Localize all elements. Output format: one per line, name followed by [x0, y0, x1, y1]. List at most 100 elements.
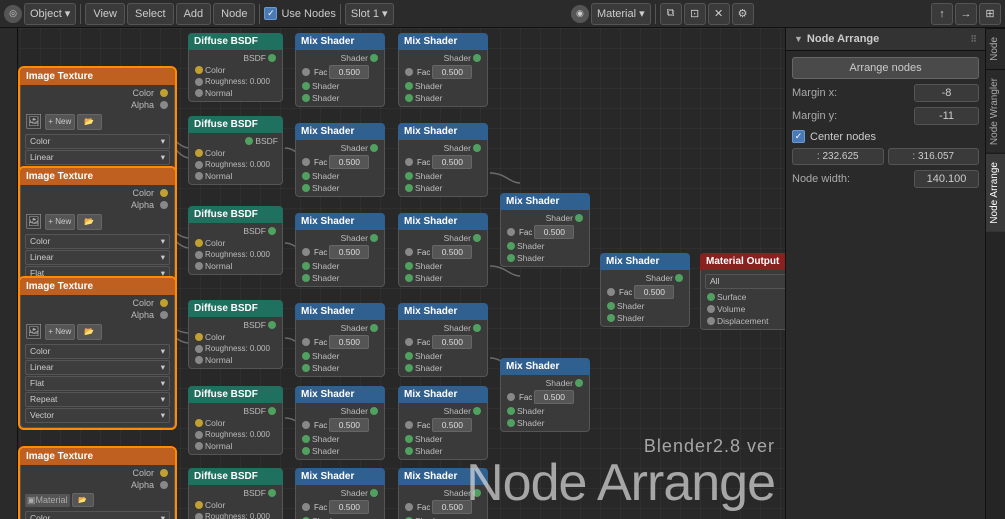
it3-open-btn[interactable]: 📂 [77, 324, 102, 340]
db1-roughness-row: Roughness: 0.000 [189, 159, 282, 170]
center-nodes-checkbox[interactable]: ✓ [792, 130, 805, 143]
side-tabs: Node Node Wrangler Node Arrange [985, 28, 1005, 519]
it3-color-dd[interactable]: Color ▾ [25, 344, 170, 359]
icon-btn-up[interactable]: ↑ [931, 3, 953, 25]
image-texture-node-4[interactable]: Image Texture Color Alpha ▣Material 📂 Co… [20, 448, 175, 519]
mix-shader-2l[interactable]: Mix Shader Shader Fac 0.500 Shader S [295, 213, 385, 287]
it3-linear-dd[interactable]: Linear ▾ [25, 360, 170, 375]
use-nodes-toggle[interactable]: ✓ Use Nodes [264, 7, 335, 20]
it3-new-btn[interactable]: + New [45, 324, 75, 340]
mix-shader-node-1[interactable]: Mix Shader Shader Fac 0.500 Shader S [295, 123, 385, 197]
margin-x-input[interactable] [914, 84, 979, 102]
diffuse-bsdf-node-5[interactable]: Diffuse BSDF BSDF Color Roughness: 0.000… [188, 468, 283, 519]
db1-bsdf-socket [245, 137, 253, 145]
tab-node-arrange[interactable]: Node Arrange [986, 153, 1005, 232]
image-texture-body-4: Color Alpha ▣Material 📂 Color ▾ Linear ▾ [20, 465, 175, 519]
mix-shader-4r[interactable]: Mix Shader Shader Fac 0.500 Shader S [398, 386, 488, 460]
ms1-shader1-in: Shader [296, 170, 384, 182]
ms2-fac-row: Fac 0.500 [399, 154, 487, 170]
it3-repeat-dd[interactable]: Repeat ▾ [25, 392, 170, 407]
margin-y-label: Margin y: [792, 110, 909, 122]
ms2-shader2-in: Shader [399, 182, 487, 194]
tab-node-wrangler[interactable]: Node Wrangler [986, 69, 1005, 153]
it1-color-dropdown[interactable]: Color ▾ [25, 134, 170, 149]
ms1-fac-in [302, 158, 310, 166]
it2-color-dd[interactable]: Color ▾ [25, 234, 170, 249]
it1-color-row: Color [21, 87, 174, 99]
it4-open-btn[interactable]: 📂 [72, 493, 94, 507]
image-texture-node-3[interactable]: Image Texture Color Alpha 🖼 + New 📂 Colo… [20, 278, 175, 428]
slot-dropdown[interactable]: Slot 1 ▾ [345, 3, 394, 25]
material-icon[interactable]: ◉ [571, 5, 589, 23]
it4-color-dd[interactable]: Color ▾ [25, 511, 170, 519]
ms1-fac-row: Fac 0.500 [296, 154, 384, 170]
mix-shader-center-2[interactable]: Mix Shader Shader Fac 0.500 Shader S [500, 358, 590, 432]
node-menu[interactable]: Node [213, 3, 255, 25]
node-canvas[interactable]: Image Texture Color Alpha 🖼 + New 📂 Colo… [0, 28, 785, 519]
center-nodes-row: ✓ Center nodes [792, 130, 979, 143]
diffuse-bsdf-body-top: BSDF Color Roughness: 0.000 Normal [188, 50, 283, 102]
coord-y-field[interactable]: : 316.057 [888, 148, 980, 165]
diffuse-bsdf-node-4[interactable]: Diffuse BSDF BSDF Color Roughness: 0.000… [188, 386, 283, 455]
mix-shader-5r[interactable]: Mix Shader Shader Fac 0.500 Shader S [398, 468, 488, 519]
ms2-fac-in [405, 158, 413, 166]
diffuse-bsdf-node-1[interactable]: Diffuse BSDF BSDF Color Roughness: 0.000 [188, 116, 283, 185]
mix-shader-node-2[interactable]: Mix Shader Shader Fac 0.500 Shader S [398, 123, 488, 197]
mix-shader-5l[interactable]: Mix Shader Shader Fac 0.500 Shader S [295, 468, 385, 519]
mix-shader-top-2[interactable]: Mix Shader Shader Fac 0.500 Shader S [398, 33, 488, 107]
db1-color-in [195, 149, 203, 157]
tab-node[interactable]: Node [986, 28, 1005, 69]
mix-shader-3r[interactable]: Mix Shader Shader Fac 0.500 Shader S [398, 303, 488, 377]
margin-x-row: Margin x: [792, 84, 979, 102]
it2-linear-dd[interactable]: Linear ▾ [25, 250, 170, 265]
it1-linear-dropdown[interactable]: Linear ▾ [25, 150, 170, 165]
ms2-s2-in [405, 184, 413, 192]
mix-shader-center[interactable]: Mix Shader Shader Fac 0.500 Shader S [500, 193, 590, 267]
it1-controls: 🖼 + New 📂 [21, 111, 174, 132]
diffuse-bsdf-node-2[interactable]: Diffuse BSDF BSDF Color Roughness: 0.000… [188, 206, 283, 275]
icon-btn-gear[interactable]: ⚙ [732, 3, 754, 25]
material-dropdown[interactable]: Material ▾ [591, 3, 651, 25]
image-texture-header-3: Image Texture [20, 278, 175, 295]
image-texture-body-3: Color Alpha 🖼 + New 📂 Color ▾ Linear ▾ F… [20, 295, 175, 428]
panel-drag-handle[interactable]: ⠿ [970, 34, 977, 45]
mix-shader-2r[interactable]: Mix Shader Shader Fac 0.500 Shader S [398, 213, 488, 287]
ms2-shader1-in: Shader [399, 170, 487, 182]
ms1-s1-in [302, 172, 310, 180]
separator-2 [259, 4, 260, 24]
it2-open-btn[interactable]: 📂 [77, 214, 102, 230]
icon-btn-close[interactable]: ✕ [708, 3, 730, 25]
it1-open-btn[interactable]: 📂 [77, 114, 102, 130]
icon-btn-1[interactable]: ⧉ [660, 3, 682, 25]
material-label: Material [597, 8, 636, 20]
mat-out-all-dd[interactable]: All ▾ [705, 274, 785, 289]
diffuse-bsdf-header-top: Diffuse BSDF [188, 33, 283, 50]
use-nodes-checkbox[interactable]: ✓ [264, 7, 277, 20]
panel-header: ▼ Node Arrange ⠿ [786, 28, 985, 51]
coord-x-field[interactable]: : 232.625 [792, 148, 884, 165]
margin-y-row: Margin y: [792, 107, 979, 125]
it2-new-btn[interactable]: + New [45, 214, 75, 230]
mix-shader-top-1[interactable]: Mix Shader Shader Fac 0.500 Shader S [295, 33, 385, 107]
mix-shader-final[interactable]: Mix Shader Shader Fac 0.500 Shader S [600, 253, 690, 327]
engine-icon[interactable]: ◎ [4, 5, 22, 23]
top-bar: ◎ Object ▾ View Select Add Node ✓ Use No… [0, 0, 1005, 28]
diffuse-bsdf-node-top[interactable]: Diffuse BSDF BSDF Color Roughness: 0.000 [188, 33, 283, 102]
view-menu[interactable]: View [85, 3, 125, 25]
diffuse-bsdf-node-3[interactable]: Diffuse BSDF BSDF Color Roughness: 0.000… [188, 300, 283, 369]
mix-shader-3l[interactable]: Mix Shader Shader Fac 0.500 Shader S [295, 303, 385, 377]
select-menu[interactable]: Select [127, 3, 174, 25]
margin-y-input[interactable] [914, 107, 979, 125]
material-output-node[interactable]: Material Output All ▾ Surface Volume Dis… [700, 253, 785, 330]
icon-btn-2[interactable]: ⊡ [684, 3, 706, 25]
mix-shader-4l[interactable]: Mix Shader Shader Fac 0.500 Shader S [295, 386, 385, 460]
object-dropdown[interactable]: Object ▾ [24, 3, 76, 25]
it3-flat-dd[interactable]: Flat ▾ [25, 376, 170, 391]
it3-vector-dd[interactable]: Vector ▾ [25, 408, 170, 423]
arrange-nodes-button[interactable]: Arrange nodes [792, 57, 979, 79]
add-menu[interactable]: Add [176, 3, 212, 25]
node-width-input[interactable] [914, 170, 979, 188]
it1-new-btn[interactable]: + New [45, 114, 75, 130]
icon-btn-right[interactable]: → [955, 3, 977, 25]
icon-btn-grid[interactable]: ⊞ [979, 3, 1001, 25]
